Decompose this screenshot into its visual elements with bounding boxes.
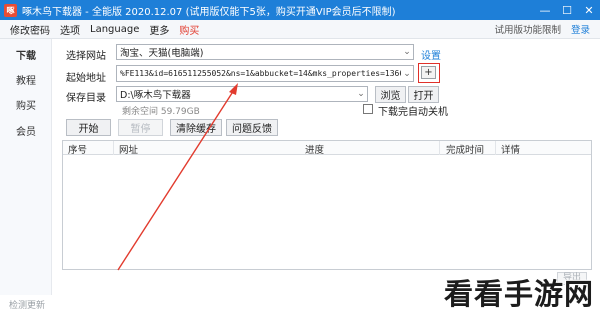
menu-language[interactable]: Language (90, 24, 139, 35)
close-button[interactable]: ✕ (578, 0, 600, 20)
menu-change-password[interactable]: 修改密码 (10, 22, 50, 37)
free-space-text: 剩余空间 59.79GB (122, 107, 200, 117)
start-button[interactable]: 开始 (66, 119, 111, 136)
title-bar: 啄 啄木鸟下载器 - 全能版 2020.12.07 (试用版仅能下5张，购买开通… (0, 0, 600, 20)
column-divider[interactable] (495, 141, 496, 155)
chevron-down-icon: ⌄ (357, 89, 365, 99)
site-select-value: 淘宝、天猫(电脑端) (120, 48, 204, 59)
menu-bar: 修改密码 选项 Language 更多 购买 试用版功能限制 登录 (0, 20, 600, 39)
minimize-button[interactable]: — (534, 0, 556, 20)
chevron-down-icon: ⌄ (403, 68, 411, 79)
login-link[interactable]: 登录 (571, 22, 590, 36)
sidebar-item-membership[interactable]: 会员 (0, 123, 52, 138)
chevron-down-icon: ⌄ (403, 47, 411, 57)
column-divider[interactable] (113, 141, 114, 155)
column-finish-time[interactable]: 完成时间 (446, 142, 484, 156)
pause-button[interactable]: 暂停 (118, 119, 163, 136)
column-url[interactable]: 网址 (119, 142, 138, 156)
save-dir-label: 保存目录 (66, 93, 106, 104)
window-controls: — ☐ ✕ (534, 0, 600, 20)
settings-link[interactable]: 设置 (421, 47, 441, 62)
sidebar-item-tutorial[interactable]: 教程 (0, 72, 52, 87)
menu-options[interactable]: 选项 (60, 22, 80, 37)
browse-button[interactable]: 浏览 (375, 86, 406, 103)
menu-purchase[interactable]: 购买 (179, 22, 199, 37)
site-label: 选择网站 (66, 51, 106, 62)
menu-more[interactable]: 更多 (149, 22, 169, 37)
column-details[interactable]: 详情 (501, 142, 520, 156)
sidebar-item-download[interactable]: 下载 (0, 47, 52, 62)
add-url-highlight: + (418, 63, 440, 83)
sidebar: 下载 教程 购买 会员 (0, 39, 52, 295)
column-divider[interactable] (439, 141, 440, 155)
column-progress[interactable]: 进度 (305, 142, 324, 156)
clear-cache-button[interactable]: 清除缓存 (170, 119, 222, 136)
add-url-button[interactable]: + (421, 66, 436, 79)
save-dir-value: D:\啄木鸟下载器 (120, 90, 191, 101)
status-check-update[interactable]: 检测更新 (9, 298, 45, 311)
site-select[interactable]: 淘宝、天猫(电脑端) ⌄ (116, 44, 414, 60)
download-table: 序号 网址 进度 完成时间 详情 (62, 140, 592, 270)
save-dir-select[interactable]: D:\啄木鸟下载器 ⌄ (116, 86, 368, 102)
url-label: 起始地址 (66, 73, 106, 84)
sidebar-item-purchase[interactable]: 购买 (0, 97, 52, 112)
table-header: 序号 网址 进度 完成时间 详情 (63, 141, 591, 156)
window-title: 啄木鸟下载器 - 全能版 2020.12.07 (试用版仅能下5张，购买开通VI… (22, 6, 396, 18)
auto-shutdown-checkbox[interactable] (363, 104, 373, 114)
url-input[interactable]: %FE113&id=616511255052&ns=1&abbucket=14&… (116, 65, 414, 82)
app-logo-icon: 啄 (4, 3, 17, 17)
auto-shutdown-label: 下载完自动关机 (378, 107, 448, 118)
feedback-button[interactable]: 问题反馈 (226, 119, 278, 136)
column-index[interactable]: 序号 (68, 142, 87, 156)
trial-limit-link[interactable]: 试用版功能限制 (494, 22, 561, 36)
watermark: 看看手游网 (444, 272, 594, 312)
maximize-button[interactable]: ☐ (556, 0, 578, 20)
watermark-text: 看看手游网 (444, 277, 595, 311)
open-folder-button[interactable]: 打开 (408, 86, 439, 103)
url-input-value: %FE113&id=616511255052&ns=1&abbucket=14&… (120, 69, 401, 78)
